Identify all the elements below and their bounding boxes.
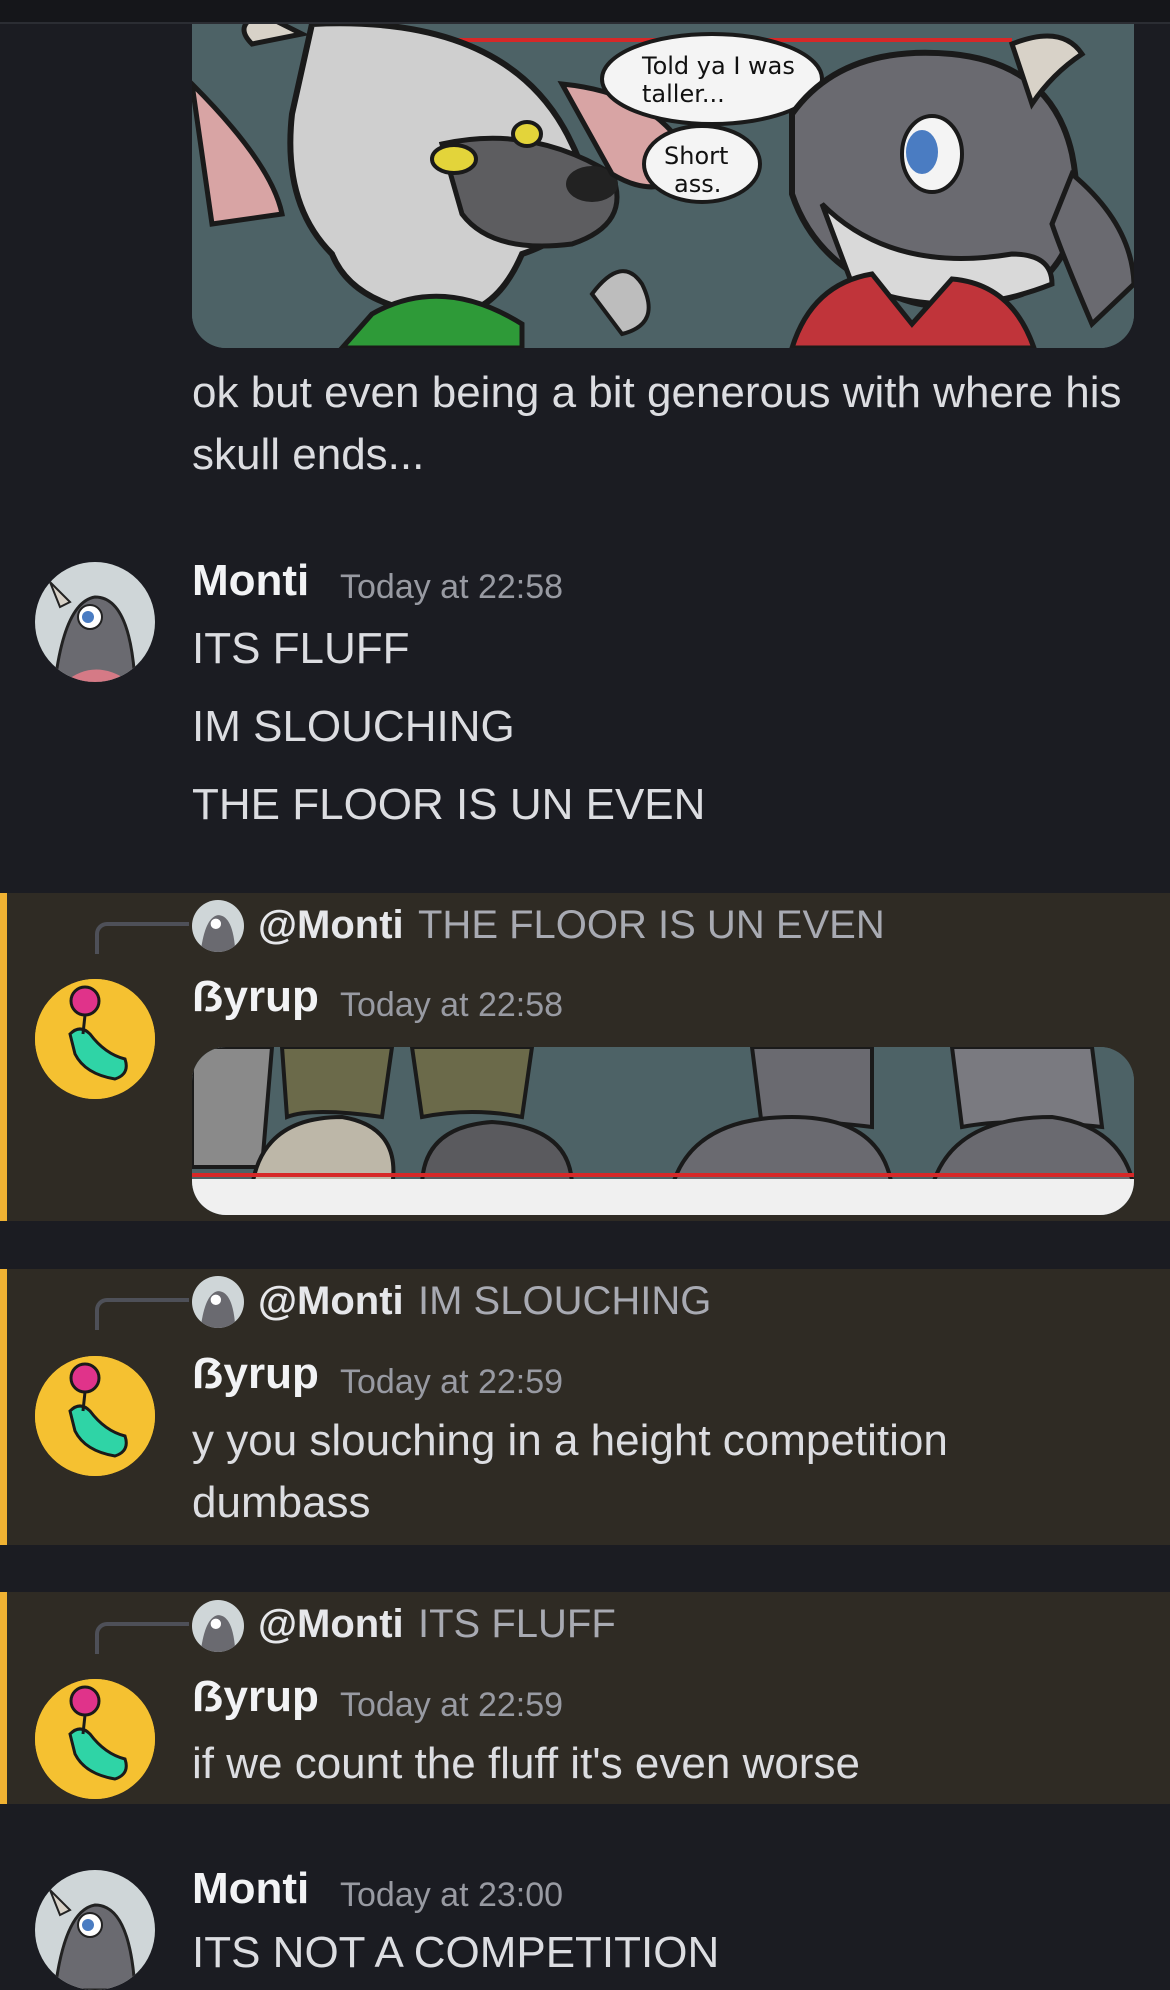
avatar-monti[interactable] — [35, 562, 155, 682]
mention-bar — [0, 1592, 7, 1804]
comic-bubble-text-2b: ass. — [674, 170, 721, 198]
reply-preview-text[interactable]: IM SLOUCHING — [418, 1279, 711, 1324]
message-line: ITS NOT A COMPETITION — [192, 1928, 720, 1977]
author-name[interactable]: Monti — [192, 556, 309, 606]
monti-avatar-icon — [35, 1870, 155, 1990]
monti-avatar-icon — [35, 562, 155, 682]
top-bar — [0, 0, 1170, 24]
byrup-avatar-icon — [35, 1679, 155, 1799]
timestamp: Today at 22:59 — [340, 1363, 564, 1401]
timestamp: Today at 22:58 — [340, 986, 564, 1024]
reply-avatar-monti — [192, 1276, 244, 1328]
timestamp: Today at 22:59 — [340, 1686, 564, 1724]
message-line: ITS FLUFF — [192, 624, 410, 673]
message-text: ok but even being a bit generous with wh… — [192, 368, 1122, 479]
reply-mention[interactable]: @Monti — [258, 1279, 404, 1324]
reply-connector — [95, 922, 189, 954]
message-text: if we count the fluff it's even worse — [192, 1739, 860, 1788]
timestamp: Today at 22:58 — [340, 568, 564, 606]
reply-preview-text[interactable]: THE FLOOR IS UN EVEN — [418, 903, 885, 948]
reply-avatar-monti — [192, 1600, 244, 1652]
author-name[interactable]: ẞyrup — [192, 972, 319, 1022]
avatar-byrup[interactable] — [35, 979, 155, 1099]
comic-bubble-text-2a: Short — [664, 142, 728, 170]
comic-bubble-text-1b: taller... — [642, 80, 725, 108]
floor-image-attachment[interactable] — [192, 1047, 1134, 1215]
floor-comic-illustration — [192, 1047, 1134, 1215]
avatar-monti[interactable] — [35, 1870, 155, 1990]
comic-image-attachment[interactable]: Told ya I was taller... Short ass. — [192, 24, 1134, 348]
reply-mention[interactable]: @Monti — [258, 1602, 404, 1647]
reply-avatar-monti — [192, 900, 244, 952]
byrup-avatar-icon — [35, 1356, 155, 1476]
byrup-avatar-icon — [35, 979, 155, 1099]
mention-bar — [0, 1269, 7, 1545]
message-line: THE FLOOR IS UN EVEN — [192, 780, 706, 829]
author-name[interactable]: Monti — [192, 1864, 309, 1914]
timestamp: Today at 23:00 — [340, 1876, 564, 1914]
reply-preview-text[interactable]: ITS FLUFF — [418, 1602, 616, 1647]
reply-connector — [95, 1622, 189, 1654]
avatar-byrup[interactable] — [35, 1356, 155, 1476]
mention-bar — [0, 893, 7, 1221]
comic-bubble-text-1a: Told ya I was — [641, 52, 795, 80]
monti-avatar-icon — [192, 1276, 244, 1328]
message-text: y you slouching in a height competition … — [192, 1416, 948, 1527]
avatar-byrup[interactable] — [35, 1679, 155, 1799]
message-line: IM SLOUCHING — [192, 702, 515, 751]
monti-avatar-icon — [192, 900, 244, 952]
author-name[interactable]: ẞyrup — [192, 1349, 319, 1399]
monti-avatar-icon — [192, 1600, 244, 1652]
author-name[interactable]: ẞyrup — [192, 1672, 319, 1722]
reply-mention[interactable]: @Monti — [258, 903, 404, 948]
comic-illustration: Told ya I was taller... Short ass. — [192, 24, 1134, 348]
reply-connector — [95, 1298, 189, 1330]
